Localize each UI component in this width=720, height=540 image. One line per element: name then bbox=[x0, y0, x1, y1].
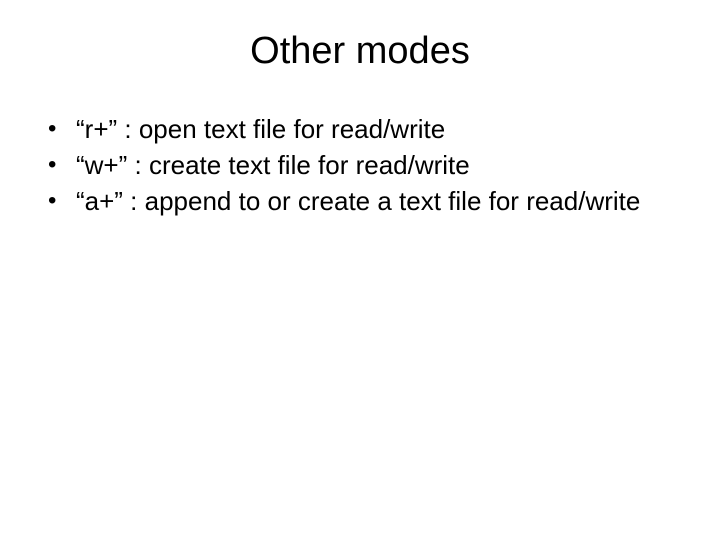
slide-container: Other modes “r+” : open text file for re… bbox=[0, 0, 720, 540]
bullet-item: “r+” : open text file for read/write bbox=[42, 113, 678, 147]
bullet-item: “a+” : append to or create a text file f… bbox=[42, 185, 678, 219]
bullet-list: “r+” : open text file for read/write “w+… bbox=[42, 113, 678, 218]
bullet-item: “w+” : create text file for read/write bbox=[42, 149, 678, 183]
slide-title: Other modes bbox=[42, 30, 678, 73]
